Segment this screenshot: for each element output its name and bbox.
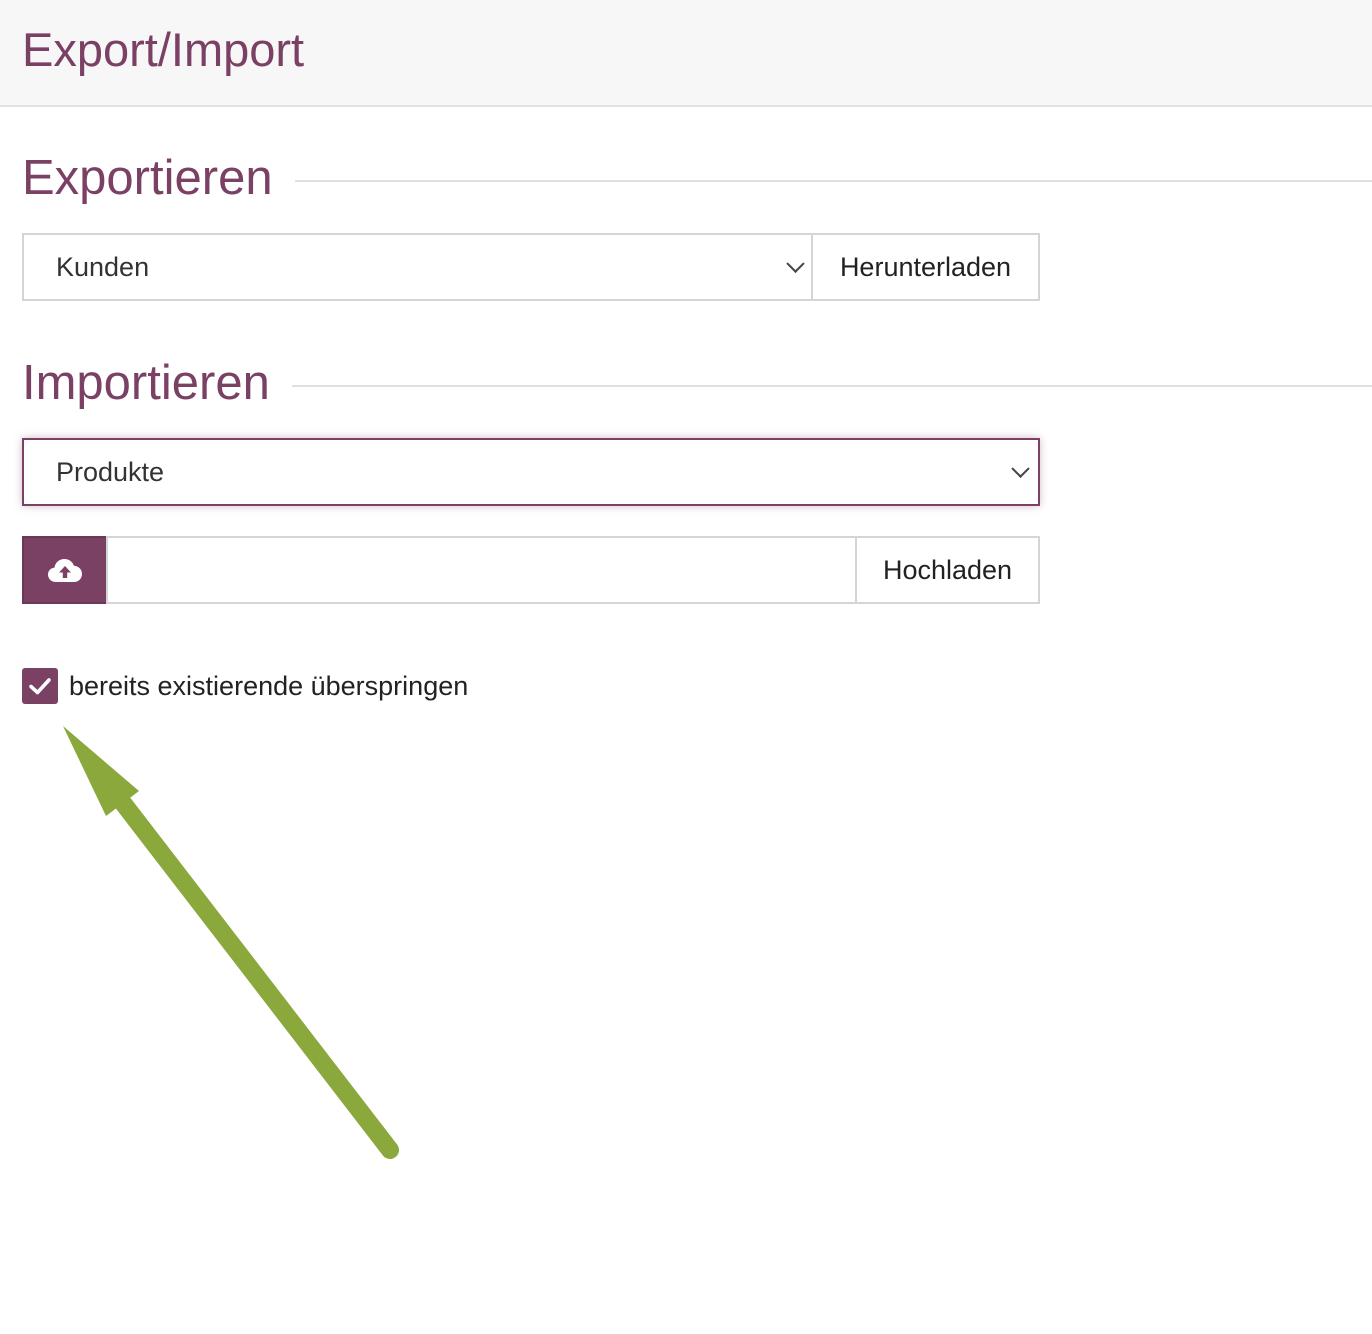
export-import-page: Export/Import Exportieren Kunden Herunte… bbox=[0, 0, 1372, 1334]
annotation-arrow-icon bbox=[63, 726, 399, 1159]
